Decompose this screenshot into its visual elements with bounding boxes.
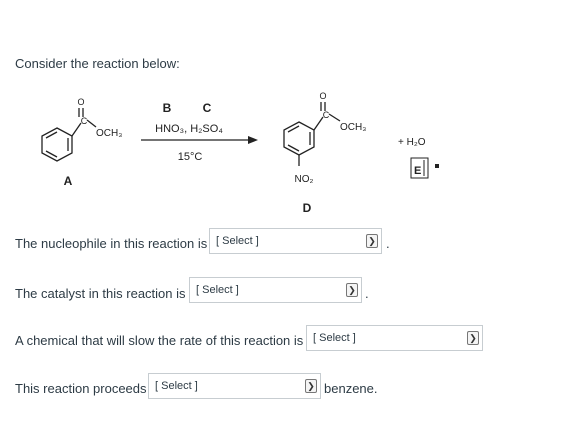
label-e: E	[414, 165, 421, 177]
rate-inhibitor-select-value: [ Select ]	[313, 332, 356, 344]
reaction-proceeds-select[interactable]: [ Select ] ❯	[148, 373, 321, 399]
resize-handle-icon	[435, 164, 439, 168]
reaction-scheme: O C OCH₃ A B C HNO₃, H₂SO₄ 15°C O C OCH₃…	[41, 91, 439, 215]
catalyst-select[interactable]: [ Select ] ❯	[189, 277, 362, 303]
question-1-suffix: .	[386, 236, 390, 251]
arrow-head	[248, 136, 258, 144]
product-group: OCH₃	[340, 122, 366, 133]
question-2-suffix: .	[365, 286, 369, 301]
question-2-prefix: The catalyst in this reaction is	[15, 286, 186, 301]
product-structure	[283, 102, 341, 166]
reactant-carbonyl-o: O	[77, 97, 84, 107]
intro-text: Consider the reaction below:	[15, 56, 180, 71]
catalyst-select-value: [ Select ]	[196, 284, 239, 296]
reactant-group: OCH₃	[96, 128, 122, 139]
reactant-structure	[41, 108, 97, 162]
reagents: HNO₃, H₂SO₄	[155, 123, 223, 135]
rate-inhibitor-select[interactable]: [ Select ] ❯	[306, 325, 483, 351]
reactant-carbon: C	[81, 116, 88, 126]
chevron-down-icon: ❯	[467, 331, 479, 345]
temperature: 15°C	[178, 151, 203, 163]
label-b: B	[163, 101, 172, 115]
nucleophile-select[interactable]: [ Select ] ❯	[209, 228, 382, 254]
byproduct: + H₂O	[398, 137, 426, 148]
chevron-down-icon: ❯	[346, 283, 358, 297]
reaction-proceeds-select-value: [ Select ]	[155, 380, 198, 392]
label-a: A	[64, 174, 73, 188]
product-nitro: NO₂	[295, 174, 314, 185]
nucleophile-select-value: [ Select ]	[216, 235, 259, 247]
chevron-down-icon: ❯	[366, 234, 378, 248]
label-d: D	[303, 201, 312, 215]
product-carbon: C	[323, 110, 330, 120]
question-1-prefix: The nucleophile in this reaction is	[15, 236, 208, 251]
question-4-prefix: This reaction proceeds	[15, 381, 147, 396]
product-carbonyl-o: O	[319, 91, 326, 101]
chevron-down-icon: ❯	[305, 379, 317, 393]
label-c: C	[203, 101, 212, 115]
question-3-prefix: A chemical that will slow the rate of th…	[15, 333, 304, 348]
question-4-suffix: benzene.	[324, 381, 378, 396]
